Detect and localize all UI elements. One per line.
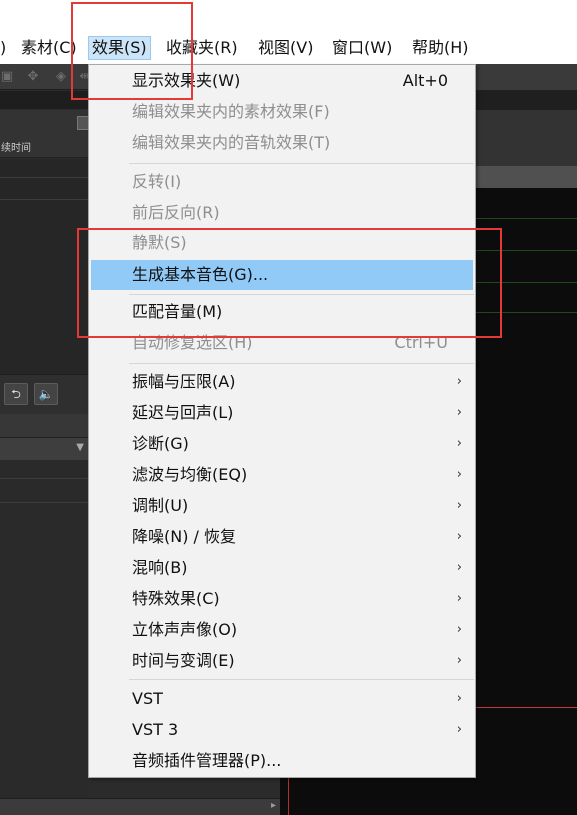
playhead-line bbox=[475, 707, 577, 708]
menu-item-amplitude-compression[interactable]: 振幅与压限(A) › bbox=[90, 368, 474, 396]
effects-menu: 显示效果夹(W) Alt+0 编辑效果夹内的素材效果(F) 编辑效果夹内的音轨效… bbox=[88, 64, 476, 778]
editor-tab-strip bbox=[475, 90, 577, 110]
menu-item-stereo-imagery[interactable]: 立体声声像(O) › bbox=[90, 616, 474, 644]
transport-bar: ⮌ 🔈 bbox=[0, 374, 88, 414]
chevron-right-icon: › bbox=[456, 691, 462, 706]
menu-item-invert[interactable]: 反转(I) bbox=[90, 168, 474, 196]
annotation-box-effects-menu bbox=[71, 2, 193, 100]
marquee-tool-icon[interactable]: ◈ bbox=[50, 67, 72, 87]
menu-partial[interactable]: ) bbox=[0, 37, 6, 59]
menu-item-edit-track-effects[interactable]: 编辑效果夹内的音轨效果(T) bbox=[90, 129, 474, 157]
preset-dropdown[interactable]: ▼ bbox=[0, 438, 88, 460]
list-row-divider bbox=[0, 478, 88, 479]
menu-item-noise-reduction[interactable]: 降噪(N) / 恢复 › bbox=[90, 523, 474, 551]
second-panel-body bbox=[0, 460, 88, 800]
editor-toolbar bbox=[475, 64, 577, 90]
list-row-divider bbox=[0, 502, 88, 503]
menu-item-reverse[interactable]: 前后反向(R) bbox=[90, 199, 474, 227]
annotation-box-generate-tones bbox=[77, 228, 502, 338]
loop-icon[interactable]: ⮌ bbox=[4, 383, 28, 405]
menu-item-filter-eq[interactable]: 滤波与均衡(EQ) › bbox=[90, 461, 474, 489]
menu-item-vst[interactable]: VST › bbox=[90, 685, 474, 713]
chevron-right-icon: › bbox=[456, 498, 462, 513]
menu-item-vst3[interactable]: VST 3 › bbox=[90, 716, 474, 744]
duration-column-header[interactable]: 续时间 bbox=[0, 141, 31, 157]
chevron-right-icon: › bbox=[456, 467, 462, 482]
move-tool-icon[interactable]: ✥ bbox=[22, 67, 44, 87]
menu-item-delay-echo[interactable]: 延迟与回声(L) › bbox=[90, 399, 474, 427]
chevron-right-icon: › bbox=[456, 436, 462, 451]
chevron-right-icon: › bbox=[456, 374, 462, 389]
list-row-divider bbox=[0, 199, 88, 200]
speaker-icon[interactable]: 🔈 bbox=[34, 383, 58, 405]
horizontal-scrollbar[interactable]: ▸ bbox=[0, 798, 280, 815]
chevron-right-icon: › bbox=[456, 722, 462, 737]
second-panel-header bbox=[0, 414, 88, 438]
menu-view[interactable]: 视图(V) bbox=[258, 37, 313, 59]
time-ruler bbox=[475, 166, 577, 188]
menu-window[interactable]: 窗口(W) bbox=[332, 37, 392, 59]
chevron-right-icon: › bbox=[456, 560, 462, 575]
tool-icon[interactable]: ▣ bbox=[0, 67, 18, 87]
menu-separator bbox=[129, 163, 474, 164]
menu-separator bbox=[129, 679, 474, 680]
menu-item-modulation[interactable]: 调制(U) › bbox=[90, 492, 474, 520]
list-row-divider bbox=[0, 177, 88, 178]
chevron-right-icon: › bbox=[456, 529, 462, 544]
menu-help[interactable]: 帮助(H) bbox=[412, 37, 469, 59]
menu-separator bbox=[129, 363, 474, 364]
menu-item-diagnostics[interactable]: 诊断(G) › bbox=[90, 430, 474, 458]
editor-header bbox=[475, 110, 577, 166]
chevron-down-icon: ▼ bbox=[76, 442, 84, 453]
chevron-right-icon: › bbox=[456, 622, 462, 637]
chevron-right-icon: › bbox=[456, 591, 462, 606]
menu-item-time-pitch[interactable]: 时间与变调(E) › bbox=[90, 647, 474, 675]
menu-item-edit-clip-effects[interactable]: 编辑效果夹内的素材效果(F) bbox=[90, 98, 474, 126]
scroll-right-icon[interactable]: ▸ bbox=[271, 800, 276, 811]
files-list bbox=[0, 159, 88, 374]
menu-item-special[interactable]: 特殊效果(C) › bbox=[90, 585, 474, 613]
menu-item-plugin-manager[interactable]: 音频插件管理器(P)... bbox=[90, 747, 474, 775]
menu-item-reverb[interactable]: 混响(B) › bbox=[90, 554, 474, 582]
menu-clip[interactable]: 素材(C) bbox=[21, 37, 77, 59]
chevron-right-icon: › bbox=[456, 653, 462, 668]
chevron-right-icon: › bbox=[456, 405, 462, 420]
waveform-gridline bbox=[475, 218, 577, 219]
